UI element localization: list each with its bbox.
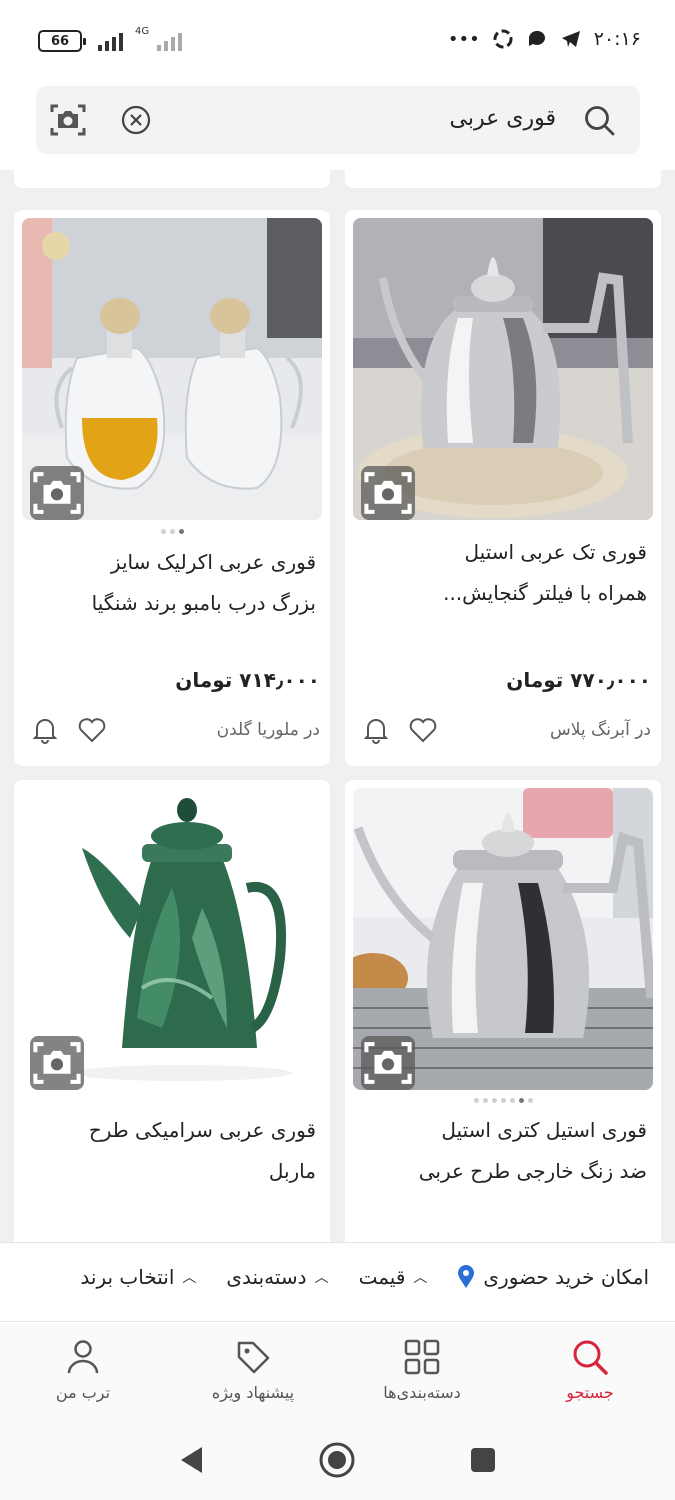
product-title-line: ضد زنگ خارجی طرح عربی: [418, 1159, 647, 1183]
product-card[interactable]: قوری عربی سرامیکی طرح ماربل: [14, 780, 330, 1242]
network-type: 4G: [135, 25, 150, 37]
product-card[interactable]: قوری تک عربی استیل همراه با فیلتر گنجایش…: [345, 210, 661, 766]
app-icon: [493, 29, 513, 49]
nav-label: پیشنهاد ویژه: [211, 1383, 295, 1402]
filter-in-person[interactable]: امکان خرید حضوری: [457, 1265, 649, 1289]
visual-search-button[interactable]: [361, 1036, 415, 1090]
system-nav-bar: [0, 1423, 675, 1500]
battery-indicator: 66: [38, 30, 86, 52]
signal-icon: [98, 31, 123, 51]
chevron-up-icon: ︿: [182, 1270, 197, 1286]
product-title[interactable]: قوری عربی سرامیکی طرح ماربل: [28, 1110, 316, 1192]
telegram-icon: [561, 31, 580, 47]
product-image[interactable]: [22, 218, 322, 520]
nav-search[interactable]: جستجو: [525, 1337, 655, 1402]
filter-label: امکان خرید حضوری: [483, 1265, 649, 1289]
chat-icon: [528, 30, 545, 46]
recents-icon[interactable]: [470, 1447, 496, 1473]
search-bar[interactable]: قوری عربی: [36, 86, 640, 154]
visual-search-button[interactable]: [361, 466, 415, 520]
camera-search-icon: [33, 472, 81, 514]
status-bar: 66 4G ••• ۲۰:۱۶: [0, 0, 675, 80]
clock: ۲۰:۱۶: [593, 28, 641, 50]
back-icon[interactable]: [178, 1445, 204, 1475]
signal-icon-2: [157, 31, 183, 51]
camera-search-icon[interactable]: [48, 100, 88, 140]
nav-label: دسته‌بندی‌ها: [383, 1383, 461, 1402]
search-input[interactable]: قوری عربی: [450, 106, 556, 131]
product-title-line: قوری تک عربی استیل: [464, 540, 647, 564]
status-right: ••• ۲۰:۱۶: [448, 28, 641, 50]
bell-icon[interactable]: [363, 716, 389, 744]
clear-icon[interactable]: [120, 104, 152, 136]
visual-search-button[interactable]: [30, 466, 84, 520]
nav-categories[interactable]: دسته‌بندی‌ها: [357, 1337, 487, 1402]
product-title-line: قوری عربی سرامیکی طرح: [88, 1118, 316, 1142]
product-grid: قوری تک عربی استیل همراه با فیلتر گنجایش…: [0, 170, 675, 1242]
filter-label: دسته‌بندی: [226, 1265, 307, 1289]
filter-label: انتخاب برند: [80, 1265, 175, 1289]
grid-icon: [404, 1339, 440, 1375]
product-title[interactable]: قوری عربی اکرلیک سایز بزرگ درب بامبو برن…: [28, 542, 316, 624]
card-actions: [32, 716, 106, 744]
card-stub: [345, 170, 661, 188]
product-card[interactable]: قوری استیل کتری استیل ضد زنگ خارجی طرح ع…: [345, 780, 661, 1242]
shop-name[interactable]: در ملوریا گلدن: [217, 720, 320, 740]
product-title-line: قوری عربی اکرلیک سایز: [110, 550, 316, 574]
product-title-line: بزرگ درب بامبو برند شنگیا: [91, 591, 316, 615]
bottom-nav: جستجو دسته‌بندی‌ها پیشنهاد ویژه ترب من: [0, 1323, 675, 1423]
shop-name[interactable]: در آبرنگ پلاس: [550, 720, 651, 740]
product-card[interactable]: قوری عربی اکرلیک سایز بزرگ درب بامبو برن…: [14, 210, 330, 766]
image-pager: [345, 1098, 661, 1103]
product-title-line: ماربل: [268, 1159, 316, 1183]
product-image[interactable]: [353, 788, 653, 1090]
filter-price[interactable]: قیمت ︿: [359, 1265, 428, 1289]
nav-my-torob[interactable]: ترب من: [18, 1337, 148, 1402]
product-image[interactable]: [353, 218, 653, 520]
camera-search-icon: [364, 472, 412, 514]
tag-icon: [237, 1341, 270, 1374]
product-image[interactable]: [22, 788, 322, 1090]
user-icon: [67, 1340, 99, 1374]
heart-icon[interactable]: [409, 717, 437, 743]
chevron-up-icon: ︿: [314, 1270, 329, 1286]
card-stub: [14, 170, 330, 188]
product-price: ۷۷۰٫۰۰۰ تومان: [506, 668, 651, 692]
image-pager: [14, 529, 330, 534]
product-price: ۷۱۴٫۰۰۰ تومان: [175, 668, 320, 692]
nav-special-offer[interactable]: پیشنهاد ویژه: [188, 1337, 318, 1402]
product-title[interactable]: قوری استیل کتری استیل ضد زنگ خارجی طرح ع…: [359, 1110, 647, 1192]
nav-label: ترب من: [55, 1383, 111, 1402]
product-title-line: همراه با فیلتر گنجایش...: [443, 581, 647, 605]
search-icon: [573, 1340, 608, 1375]
filter-category[interactable]: دسته‌بندی ︿: [226, 1265, 328, 1289]
filter-label: قیمت: [358, 1265, 406, 1289]
location-pin-icon: [458, 1265, 475, 1288]
camera-search-icon: [33, 1042, 81, 1084]
visual-search-button[interactable]: [30, 1036, 84, 1090]
product-title[interactable]: قوری تک عربی استیل همراه با فیلتر گنجایش…: [359, 532, 647, 614]
bell-icon[interactable]: [32, 716, 58, 744]
chevron-up-icon: ︿: [413, 1270, 428, 1286]
more-icon: •••: [447, 28, 480, 50]
search-icon[interactable]: [582, 103, 616, 137]
filter-brand[interactable]: انتخاب برند ︿: [80, 1265, 196, 1289]
card-actions: [363, 716, 437, 744]
filter-bar[interactable]: انتخاب برند ︿ دسته‌بندی ︿ قیمت ︿ امکان خ…: [0, 1242, 675, 1322]
filter-row: انتخاب برند ︿ دسته‌بندی ︿ قیمت ︿ امکان خ…: [80, 1265, 649, 1289]
product-title-line: قوری استیل کتری استیل: [441, 1118, 647, 1142]
status-left: 66 4G: [38, 26, 183, 52]
nav-label: جستجو: [566, 1383, 614, 1402]
heart-icon[interactable]: [78, 717, 106, 743]
home-icon[interactable]: [318, 1441, 356, 1479]
camera-search-icon: [364, 1042, 412, 1084]
